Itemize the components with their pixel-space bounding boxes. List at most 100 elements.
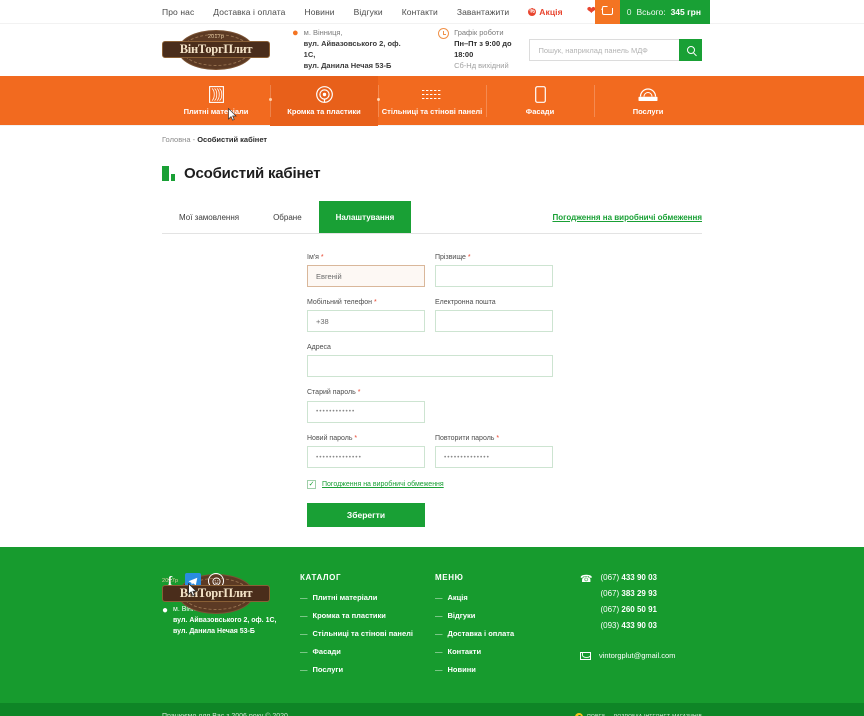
nav-item-fasady[interactable]: Фасади: [486, 76, 594, 126]
cart-block[interactable]: 0 Всього: 345 грн: [594, 0, 710, 24]
label-new-password: Новий пароль *: [307, 434, 358, 442]
input-address[interactable]: [307, 355, 553, 377]
top-nav-downloads[interactable]: Завантажити: [457, 7, 509, 17]
consent-checkbox-label[interactable]: Погодження на виробничі обмеження: [322, 481, 444, 488]
logo-text: ВінТоргПлит: [179, 42, 253, 57]
facade-panel-icon: [534, 86, 546, 103]
list-item: — Стільниці та стінові панелі: [300, 629, 435, 638]
site-logo[interactable]: 2017р ВінТоргПлит: [162, 29, 270, 71]
footer-menu-column: МЕНЮ — Акція — Відгуки — Доставка і оплата …: [435, 573, 570, 683]
label-first-name: Ім'я *: [307, 254, 324, 261]
footer-phone-0[interactable]: (067) 433 90 03: [600, 573, 657, 582]
footer-map-pin-icon: ●: [162, 605, 169, 616]
footer-menu-link-4[interactable]: — Новини: [435, 665, 570, 674]
footer-catalog-link-2[interactable]: — Стільниці та стінові панелі: [300, 629, 435, 638]
top-nav-news[interactable]: Новини: [304, 7, 334, 17]
footer-menu-title: МЕНЮ: [435, 573, 464, 582]
input-new-password[interactable]: [307, 446, 425, 468]
field-last-name: Прізвище *: [435, 254, 553, 287]
search-input[interactable]: [529, 39, 679, 61]
footer-menu-link-0[interactable]: — Акція: [435, 593, 570, 602]
input-phone[interactable]: [307, 310, 425, 332]
nav-label-stilnytsi-paneli: Стільниці та стінові панелі: [381, 107, 483, 116]
header-address-line2: вул. Айвазовського 2, оф. 1С,: [303, 39, 401, 59]
tab-settings[interactable]: Налаштування: [318, 201, 412, 233]
field-phone: Мобільний телефон *: [307, 299, 425, 332]
logo-year: 2017р: [207, 34, 225, 40]
cart-count: 0: [626, 6, 632, 17]
footer-menu-link-1[interactable]: — Відгуки: [435, 611, 570, 620]
cart-total-value: 345 грн: [670, 6, 701, 17]
services-saw-icon: [638, 86, 658, 103]
list-item: — Послуги: [300, 665, 435, 674]
header-working-hours: Графік роботи Пн–Пт з 9:00 до 18:00 Сб-Н…: [438, 28, 529, 72]
input-old-password[interactable]: [307, 400, 425, 423]
nav-item-plitni-materialy[interactable]: Плитні матеріали: [162, 76, 270, 126]
hours-weekend: Сб-Нд вихідний: [454, 60, 509, 70]
footer-phone-2[interactable]: (067) 260 50 91: [600, 605, 657, 614]
header-address-line3: вул. Данила Нечая 53-Б: [303, 60, 392, 70]
input-first-name[interactable]: [307, 265, 425, 287]
top-nav-promo[interactable]: % Акція: [528, 7, 563, 17]
tab-my-orders[interactable]: Мої замовлення: [162, 201, 256, 233]
label-old-password: Старий пароль *: [307, 389, 361, 396]
list-item: — Плитні матеріали: [300, 593, 435, 602]
input-repeat-password[interactable]: [435, 446, 553, 468]
footer-address-line2: вул. Айвазовського 2, оф. 1С,: [173, 616, 277, 624]
field-repeat-password: Повторити пароль *: [435, 435, 553, 468]
footer-catalog-link-0[interactable]: — Плитні матеріали: [300, 593, 435, 602]
footer-contacts-column: ☎ (067) 433 90 03 (067) 383 29 93 (067) …: [570, 573, 702, 683]
nav-item-kromka-plastyky[interactable]: Кромка та пластики: [268, 76, 380, 126]
footer-catalog-column: КАТАЛОГ — Плитні матеріали — Кромка та пла…: [300, 573, 435, 683]
field-email: Електронна пошта: [435, 299, 553, 332]
top-nav-delivery-payment[interactable]: Доставка і оплата: [213, 7, 285, 17]
page-title: Особистий кабінет: [184, 165, 321, 182]
cart-total-label: Всього:: [636, 6, 666, 17]
footer-catalog-link-4[interactable]: — Послуги: [300, 665, 435, 674]
tab-favorites[interactable]: Обране: [256, 201, 319, 233]
site-header: 2017р ВінТоргПлит ● м. Вінниця, вул. Айв…: [0, 24, 864, 76]
nav-item-stilnytsi-paneli[interactable]: Стільниці та стінові панелі: [378, 76, 486, 126]
footer-address-line3: вул. Данила Нечая 53-Б: [173, 627, 255, 635]
search-bar: [529, 39, 702, 61]
form-row-contacts: Мобільний телефон * Електронна пошта: [307, 299, 702, 332]
search-button[interactable]: [679, 39, 702, 61]
breadcrumb-home[interactable]: Головна: [162, 135, 191, 144]
nav-label-fasady: Фасади: [525, 107, 555, 116]
main-nav: Плитні матеріали Кромка та пластики Стіл…: [0, 76, 864, 126]
save-button[interactable]: Зберегти: [307, 503, 425, 527]
developer-credit[interactable]: ПОВЕБ — РОЗРОБКА ІНТЕРНЕТ-МАГАЗИНІВ: [575, 712, 702, 716]
header-address: ● м. Вінниця, вул. Айвазовського 2, оф. …: [292, 28, 410, 72]
envelope-icon: [580, 651, 591, 660]
edge-roll-icon: [315, 86, 333, 103]
top-bar: Про нас Доставка і оплата Новини Відгуки…: [0, 0, 864, 24]
production-limits-consent-link[interactable]: Погодження на виробничі обмеження: [552, 213, 702, 222]
label-last-name: Прізвище *: [435, 254, 471, 261]
footer-menu-link-2[interactable]: — Доставка і оплата: [435, 629, 570, 638]
list-item: — Фасади: [300, 647, 435, 656]
footer-phone-1[interactable]: (067) 383 29 93: [600, 589, 657, 598]
label-address: Адреса: [307, 344, 331, 351]
list-item: — Відгуки: [435, 611, 570, 620]
top-nav: Про нас Доставка і оплата Новини Відгуки…: [162, 7, 563, 17]
cart-summary[interactable]: 0 Всього: 345 грн: [619, 0, 710, 24]
consent-checkbox[interactable]: ✓: [307, 480, 316, 489]
footer-phone-3[interactable]: (093) 433 90 03: [600, 621, 657, 630]
top-nav-reviews[interactable]: Відгуки: [354, 7, 383, 17]
footer-catalog-link-3[interactable]: — Фасади: [300, 647, 435, 656]
footer-catalog-link-1[interactable]: — Кромка та пластики: [300, 611, 435, 620]
top-nav-contacts[interactable]: Контакти: [402, 7, 438, 17]
input-last-name[interactable]: [435, 265, 553, 287]
footer-logo-column: 2017р ВінТоргПлит f ● м. вул. Айвазовськ…: [162, 573, 300, 683]
map-pin-icon: ●: [292, 27, 299, 40]
footer-email-row[interactable]: vintorgplut@gmail.com: [580, 651, 702, 660]
footer-bottom-bar: Працюємо для Вас з 2006 року © 2020 ПОВЕ…: [0, 703, 864, 716]
footer-menu-link-3[interactable]: — Контакти: [435, 647, 570, 656]
cart-icon-box[interactable]: [594, 0, 620, 24]
top-nav-about[interactable]: Про нас: [162, 7, 194, 17]
input-email[interactable]: [435, 310, 553, 332]
consent-row: ✓ Погодження на виробничі обмеження: [307, 480, 702, 489]
clock-icon: [438, 28, 450, 40]
page-title-row: Особистий кабінет: [162, 165, 702, 182]
nav-item-posluhy[interactable]: Послуги: [594, 76, 702, 126]
